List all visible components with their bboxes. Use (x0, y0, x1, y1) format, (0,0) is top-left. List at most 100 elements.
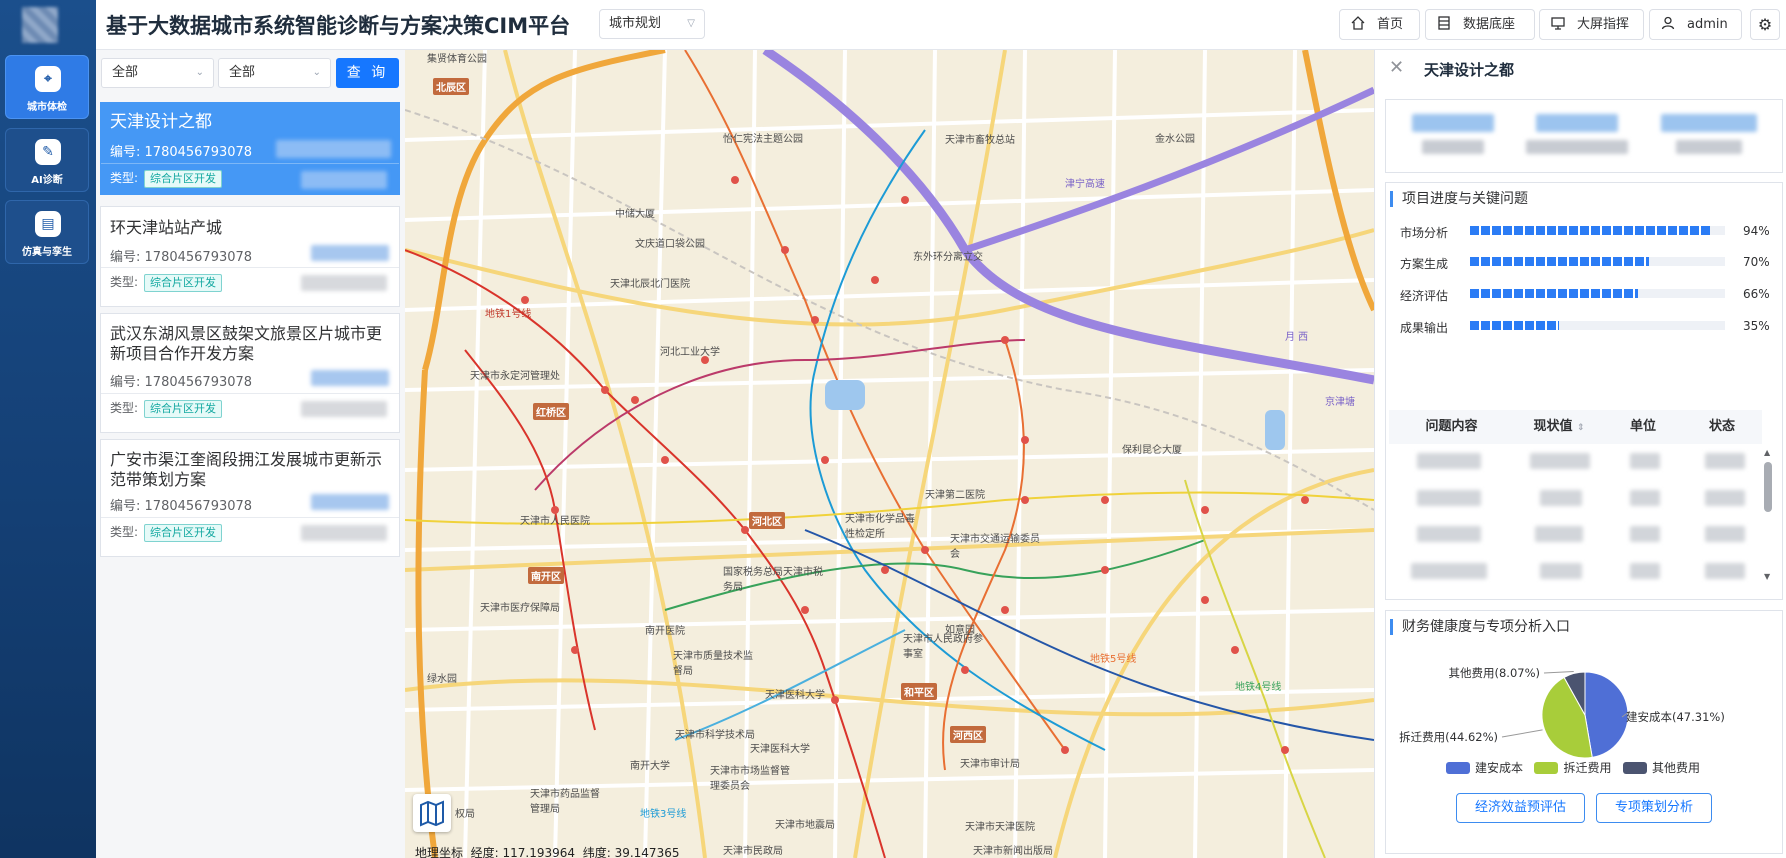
sidebar-item-city-check[interactable]: ⌖ 城市体检 (5, 55, 89, 119)
home-icon (1351, 12, 1365, 30)
user-menu-button[interactable]: admin (1649, 9, 1742, 40)
progress-fill (1470, 226, 1710, 235)
progress-label: 方案生成 (1400, 257, 1449, 271)
logo (22, 7, 58, 43)
pie-slice (1584, 671, 1629, 758)
type-tag: 综合片区开发 (144, 274, 223, 292)
map-label: 天津市地震局 (775, 820, 835, 831)
project-card[interactable]: 环天津站站产城 编号: 1780456793078 类型: 综合片区开发 (100, 206, 400, 307)
legend-item: 其他费用 (1622, 761, 1700, 775)
pie-leader-line (1501, 729, 1543, 738)
settings-button[interactable]: ⚙ (1750, 9, 1780, 40)
redacted-field (311, 370, 389, 386)
legend-item: 拆迁费用 (1534, 761, 1611, 775)
filter-select-2-value: 全部 (229, 65, 256, 80)
query-button[interactable]: 查 询 (336, 58, 399, 88)
project-type: 类型: 综合片区开发 (110, 273, 223, 292)
simulation-icon: ▤ (35, 211, 61, 237)
command-screen-button[interactable]: 大屏指挥 (1539, 9, 1644, 40)
map-label: 南开大学 (630, 761, 670, 772)
progress-value: 94% (1743, 224, 1770, 238)
city-select[interactable]: 城市规划 ▽ (599, 9, 705, 39)
project-title: 环天津站站产城 (110, 218, 223, 237)
filter-select-1[interactable]: 全部 ⌄ (101, 58, 214, 88)
progress-fill (1470, 321, 1560, 330)
special-planning-button[interactable]: 专项策划分析 (1596, 793, 1712, 823)
project-title: 天津设计之都 (110, 112, 212, 132)
redacted-field (301, 275, 387, 291)
district-label: 红桥区 (533, 403, 569, 420)
project-detail-panel: ✕ 天津设计之都 项目进度与关键问题 市场分析 94% 方案生成 70% 经济评… (1374, 50, 1786, 858)
project-card[interactable]: 广安市渠江奎阁段拥江发展城市更新示范带策划方案 编号: 178045679307… (100, 439, 400, 557)
card-divider (101, 393, 399, 394)
map-label: 天津市药品监督管理局 (530, 789, 600, 815)
database-button[interactable]: 数据底座 (1425, 9, 1535, 40)
map-layers-button[interactable] (413, 794, 451, 832)
project-card[interactable]: 武汉东湖风景区鼓架文旅景区片城市更新项目合作开发方案 编号: 178045679… (100, 313, 400, 433)
redacted-field (311, 245, 389, 261)
map-label: 天津市民政局 (723, 846, 783, 857)
project-list-panel: 全部 ⌄ 全部 ⌄ 查 询 天津设计之都 编号: 1780456793078 类… (96, 50, 405, 858)
progress-value: 70% (1743, 255, 1770, 269)
detail-title: 天津设计之都 (1424, 61, 1515, 79)
redacted-field (301, 401, 387, 417)
pie-slice-label: 其他费用(8.07%) (1448, 666, 1540, 680)
sidebar-item-label: AI诊断 (31, 175, 63, 186)
progress-value: 35% (1743, 319, 1770, 333)
legend-item: 建安成本 (1446, 761, 1523, 775)
map-label: 河北工业大学 (660, 347, 720, 358)
chart-legend: 建安成本 拆迁费用 其他费用 (1446, 759, 1700, 776)
progress-fill (1470, 257, 1649, 266)
finance-section: 财务健康度与专项分析入口 建安成本(47.31%) 拆迁费用(44.62%) 其他费… (1385, 610, 1783, 854)
header: 基于大数据城市系统智能诊断与方案决策CIM平台 城市规划 ▽ 首页 数据底座 大… (96, 0, 1786, 50)
project-card[interactable]: 天津设计之都 编号: 1780456793078 类型: 综合片区开发 (100, 102, 400, 195)
progress-label: 经济评估 (1400, 289, 1449, 303)
pie-slice-label: 建安成本(47.31%) (1626, 710, 1725, 724)
map-label: 文庆道口袋公园 (635, 239, 705, 250)
city-check-icon: ⌖ (35, 66, 61, 92)
project-id: 编号: 1780456793078 (110, 250, 253, 265)
city-select-value: 城市规划 (609, 16, 662, 31)
sidebar-item-simulation[interactable]: ▤ 仿真与孪生 (5, 200, 89, 264)
detail-header: ✕ 天津设计之都 (1375, 50, 1786, 92)
redacted-field (301, 525, 387, 541)
district-label: 河北区 (749, 512, 785, 529)
scroll-down-icon: ▼ (1764, 572, 1771, 581)
home-button[interactable]: 首页 (1339, 9, 1420, 40)
database-button-label: 数据底座 (1463, 17, 1516, 32)
chevron-down-icon: ⌄ (312, 67, 321, 78)
map-label: 天津医科大学 (750, 744, 810, 755)
table-scrollbar[interactable]: ▲ ▼ (1763, 448, 1772, 583)
filter-select-2[interactable]: 全部 ⌄ (218, 58, 331, 88)
chevron-down-icon: ▽ (687, 18, 695, 29)
map-label: 国家税务总局天津市税务局 (723, 567, 823, 593)
sidebar-item-label: 仿真与孪生 (22, 247, 72, 258)
metrics-summary (1385, 99, 1783, 173)
redacted-field (301, 171, 387, 189)
card-divider (101, 517, 399, 518)
map-label: 月 西 (1285, 332, 1309, 343)
map-roads (405, 50, 1374, 858)
chevron-down-icon: ⌄ (195, 67, 204, 78)
project-id: 编号: 1780456793078 (110, 375, 253, 390)
map-label: 天津北辰北门医院 (610, 279, 690, 290)
redacted-field (311, 494, 389, 510)
economic-evaluation-button[interactable]: 经济效益预评估 (1456, 793, 1585, 823)
map-label: 中储大厦 (615, 209, 655, 220)
command-screen-button-label: 大屏指挥 (1577, 17, 1630, 32)
close-icon[interactable]: ✕ (1389, 57, 1404, 78)
type-tag: 综合片区开发 (144, 524, 223, 542)
map-label: 天津市畜牧总站 (945, 135, 1015, 146)
map-label: 津宁高速 (1065, 179, 1105, 190)
district-label: 南开区 (528, 567, 564, 584)
project-type: 类型: 综合片区开发 (110, 169, 223, 188)
user-name: admin (1687, 17, 1728, 32)
map-label: 东外环分离立交 (913, 252, 983, 263)
sidebar-item-ai-diagnosis[interactable]: ✎ AI诊断 (5, 128, 89, 192)
table-header[interactable]: 现状值 ⇕ (1514, 410, 1604, 444)
map-view[interactable]: 集贤体育公园 北辰区 怡仁宪法主题公园 天津市畜牧总站 金水公园 中储大厦 文庆… (405, 50, 1374, 858)
scroll-thumb (1764, 462, 1772, 512)
map-label: 天津市科学技术局 (675, 730, 755, 741)
ai-diagnosis-icon: ✎ (35, 139, 61, 165)
map-label: 京津塘 (1325, 397, 1355, 408)
